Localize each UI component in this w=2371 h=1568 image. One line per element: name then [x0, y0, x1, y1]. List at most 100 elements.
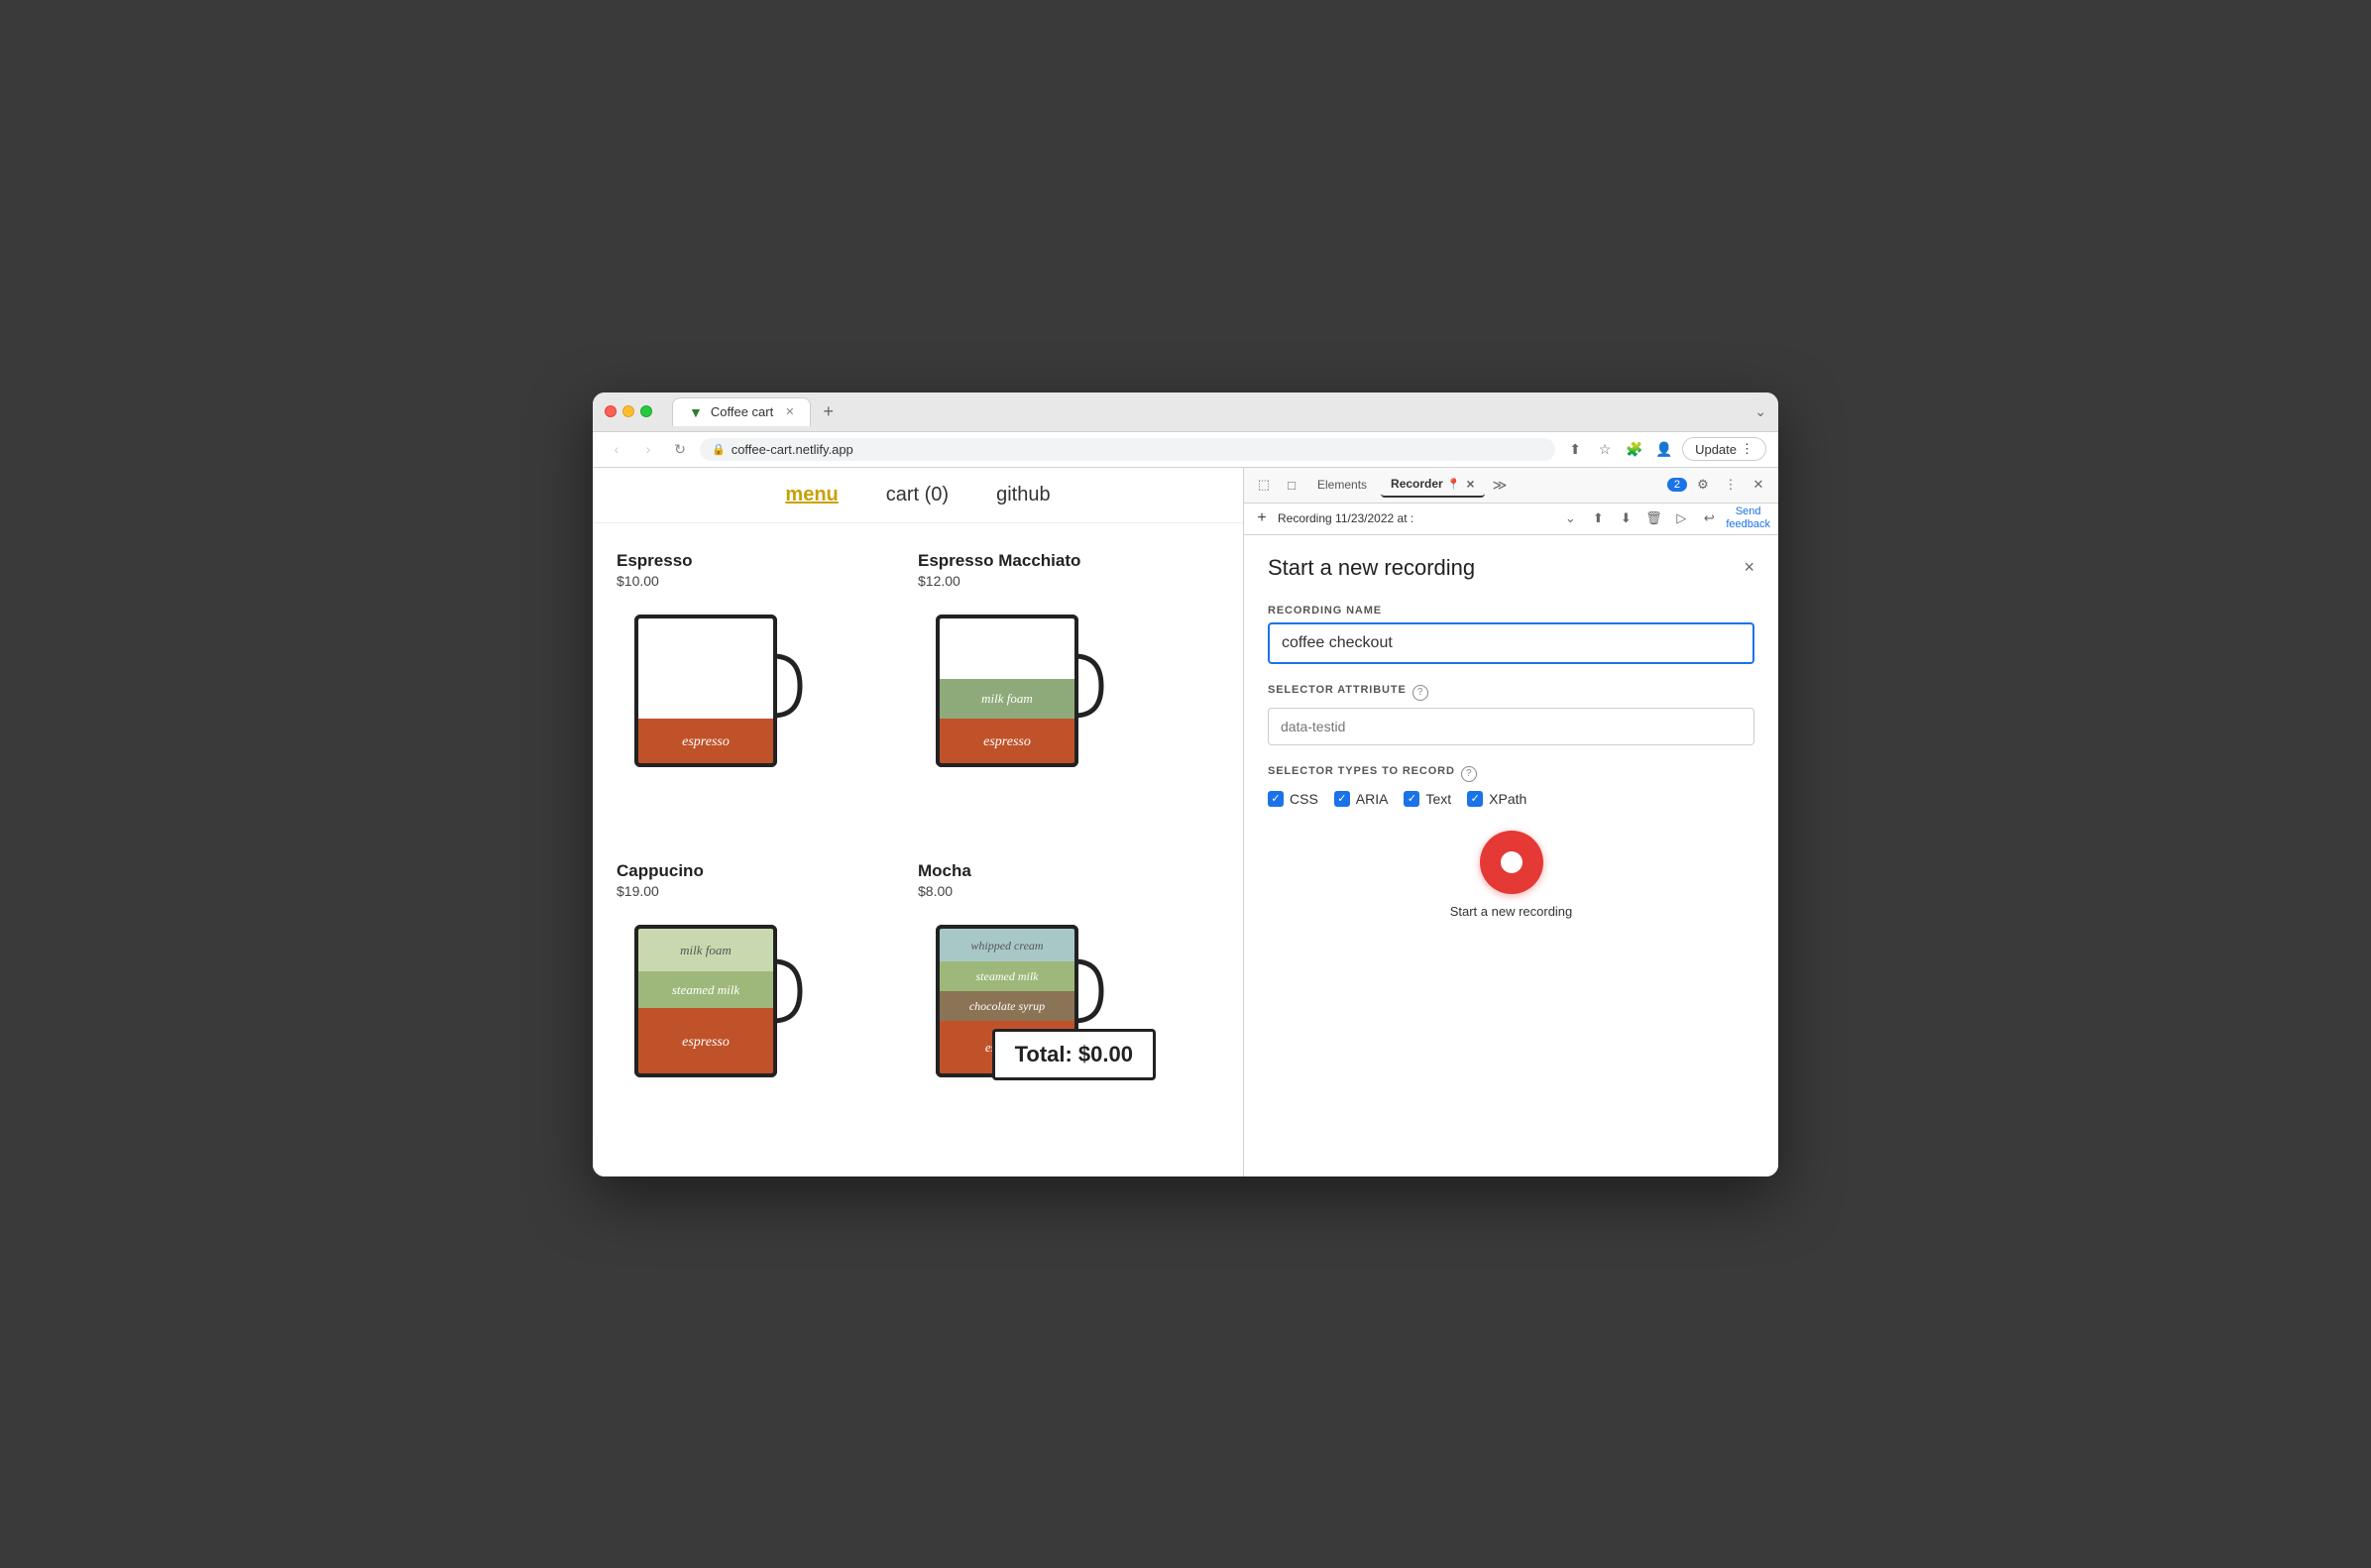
record-inner-icon: [1501, 851, 1523, 873]
start-recording-button[interactable]: [1480, 831, 1543, 894]
title-bar-right: ⌄: [1754, 403, 1766, 420]
selector-types-section: SELECTOR TYPES TO RECORD ? ✓ CSS ✓ ARIA: [1268, 765, 1754, 807]
nav-cart-link[interactable]: cart (0): [886, 484, 949, 506]
tab-favicon-icon: ▼: [689, 404, 703, 420]
check-icon: ✓: [1271, 792, 1280, 805]
forward-button[interactable]: ›: [636, 437, 660, 461]
add-recording-button[interactable]: +: [1252, 508, 1272, 528]
css-label: CSS: [1290, 791, 1318, 807]
checkbox-xpath[interactable]: ✓ XPath: [1467, 791, 1526, 807]
coffee-item-mocha[interactable]: Mocha $8.00 whipped cream steamed milk: [918, 849, 1219, 1161]
recorder-toolbar: + Recording 11/23/2022 at : ⌄ ⬆ ⬇ 🗑 ▷ ↩ …: [1244, 504, 1778, 535]
profile-icon[interactable]: 👤: [1652, 437, 1676, 461]
cup-svg-cappucino: milk foam steamed milk espresso: [617, 907, 815, 1090]
coffee-item-cappucino[interactable]: Cappucino $19.00 milk foam steamed milk: [617, 849, 918, 1161]
svg-text:steamed milk: steamed milk: [672, 982, 739, 997]
selector-attr-input[interactable]: [1268, 708, 1754, 745]
dialog-title: Start a new recording: [1268, 555, 1475, 581]
coffee-name: Espresso Macchiato: [918, 551, 1207, 571]
download-button[interactable]: ⬇: [1615, 507, 1637, 529]
cup-macchiato: milk foam espresso: [918, 597, 1116, 780]
refresh-button[interactable]: ↻: [668, 437, 692, 461]
tab-close-button[interactable]: ✕: [785, 405, 794, 418]
aria-label: ARIA: [1356, 791, 1389, 807]
checkbox-css[interactable]: ✓ CSS: [1268, 791, 1318, 807]
css-checkbox[interactable]: ✓: [1268, 791, 1284, 807]
selector-attr-help-icon[interactable]: ?: [1412, 685, 1428, 701]
lock-icon: 🔒: [712, 443, 726, 456]
device-toolbar-button[interactable]: □: [1280, 473, 1303, 497]
coffee-price: $19.00: [617, 883, 906, 899]
web-content: menu cart (0) github Espresso $10.00: [593, 468, 1243, 1176]
selector-attr-label-row: SELECTOR ATTRIBUTE ?: [1268, 684, 1754, 702]
bookmark-icon[interactable]: ☆: [1593, 437, 1617, 461]
play-button[interactable]: ▷: [1670, 507, 1692, 529]
more-tabs-button[interactable]: ≫: [1489, 473, 1512, 498]
recording-name-input[interactable]: [1268, 622, 1754, 664]
extensions-icon[interactable]: 🧩: [1623, 437, 1646, 461]
dialog-close-button[interactable]: ×: [1744, 557, 1754, 578]
elements-tab-label: Elements: [1317, 478, 1367, 492]
check-icon: ✓: [1471, 792, 1480, 805]
share-icon[interactable]: ⬆: [1563, 437, 1587, 461]
address-input[interactable]: 🔒 coffee-cart.netlify.app: [700, 438, 1555, 461]
cup-svg-espresso: espresso: [617, 597, 815, 780]
nav-menu-link[interactable]: menu: [785, 484, 838, 506]
coffee-item-espresso[interactable]: Espresso $10.00 espresso: [617, 539, 918, 850]
title-bar: ▼ Coffee cart ✕ + ⌄: [593, 392, 1778, 432]
pin-icon: 📍: [1447, 478, 1461, 491]
close-window-button[interactable]: [605, 405, 617, 417]
active-tab[interactable]: ▼ Coffee cart ✕: [672, 397, 811, 426]
close-devtools-button[interactable]: ✕: [1747, 473, 1770, 497]
new-tab-button[interactable]: +: [819, 397, 838, 426]
upload-button[interactable]: ⬆: [1587, 507, 1609, 529]
update-button[interactable]: Update ⋮: [1682, 437, 1766, 461]
selector-types-help-icon[interactable]: ?: [1461, 766, 1477, 782]
checkbox-aria[interactable]: ✓ ARIA: [1334, 791, 1389, 807]
coffee-price: $12.00: [918, 573, 1207, 589]
coffee-name: Cappucino: [617, 861, 906, 881]
cup-mocha: whipped cream steamed milk chocolate syr…: [918, 907, 1116, 1090]
notifications-badge[interactable]: 2: [1667, 478, 1687, 492]
maximize-window-button[interactable]: [640, 405, 652, 417]
xpath-checkbox[interactable]: ✓: [1467, 791, 1483, 807]
coffee-item-macchiato[interactable]: Espresso Macchiato $12.00 milk foam espr…: [918, 539, 1219, 850]
recording-title: Recording 11/23/2022 at :: [1278, 511, 1553, 525]
recording-dropdown-button[interactable]: ⌄: [1559, 507, 1581, 529]
text-label: Text: [1425, 791, 1451, 807]
browser-window: ▼ Coffee cart ✕ + ⌄ ‹ › ↻ 🔒 coffee-cart.…: [593, 392, 1778, 1176]
minimize-window-button[interactable]: [622, 405, 634, 417]
inspect-element-button[interactable]: ⬚: [1252, 473, 1276, 497]
send-feedback-button[interactable]: Sendfeedback: [1726, 505, 1770, 531]
record-button-section: Start a new recording: [1268, 831, 1754, 919]
back-button[interactable]: ‹: [605, 437, 628, 461]
more-options-icon[interactable]: ⋮: [1719, 473, 1743, 497]
coffee-name: Mocha: [918, 861, 1207, 881]
settings-icon[interactable]: ⚙: [1691, 473, 1715, 497]
svg-text:milk foam: milk foam: [680, 943, 732, 957]
aria-checkbox[interactable]: ✓: [1334, 791, 1350, 807]
tab-elements[interactable]: Elements: [1307, 474, 1377, 496]
chevron-down-icon[interactable]: ⌄: [1754, 403, 1766, 420]
dialog-title-row: Start a new recording ×: [1268, 555, 1754, 581]
coffee-grid: Espresso $10.00 espresso: [593, 523, 1243, 1176]
check-icon: ✓: [1337, 792, 1346, 805]
url-text: coffee-cart.netlify.app: [732, 442, 853, 457]
devtools-panel: ⬚ □ Elements Recorder 📍 × ≫ 2 ⚙ ⋮ ✕: [1243, 468, 1778, 1176]
cup-cappucino: milk foam steamed milk espresso: [617, 907, 815, 1090]
checkbox-row: ✓ CSS ✓ ARIA ✓ Text ✓ XP: [1268, 791, 1754, 807]
svg-text:espresso: espresso: [682, 1035, 730, 1050]
text-checkbox[interactable]: ✓: [1404, 791, 1419, 807]
recorder-tab-label: Recorder: [1391, 477, 1443, 491]
checkbox-text[interactable]: ✓ Text: [1404, 791, 1451, 807]
devtools-tabs-bar: ⬚ □ Elements Recorder 📍 × ≫ 2 ⚙ ⋮ ✕: [1244, 468, 1778, 504]
start-recording-label: Start a new recording: [1450, 904, 1573, 919]
nav-github-link[interactable]: github: [996, 484, 1051, 506]
cup-svg-macchiato: milk foam espresso: [918, 597, 1116, 780]
tab-recorder[interactable]: Recorder 📍 ×: [1381, 472, 1485, 498]
traffic-lights: [605, 405, 652, 417]
recorder-tab-close-button[interactable]: ×: [1466, 476, 1474, 492]
update-menu-icon: ⋮: [1741, 441, 1753, 457]
delete-button[interactable]: 🗑: [1642, 507, 1664, 529]
back-icon[interactable]: ↩: [1698, 507, 1720, 529]
